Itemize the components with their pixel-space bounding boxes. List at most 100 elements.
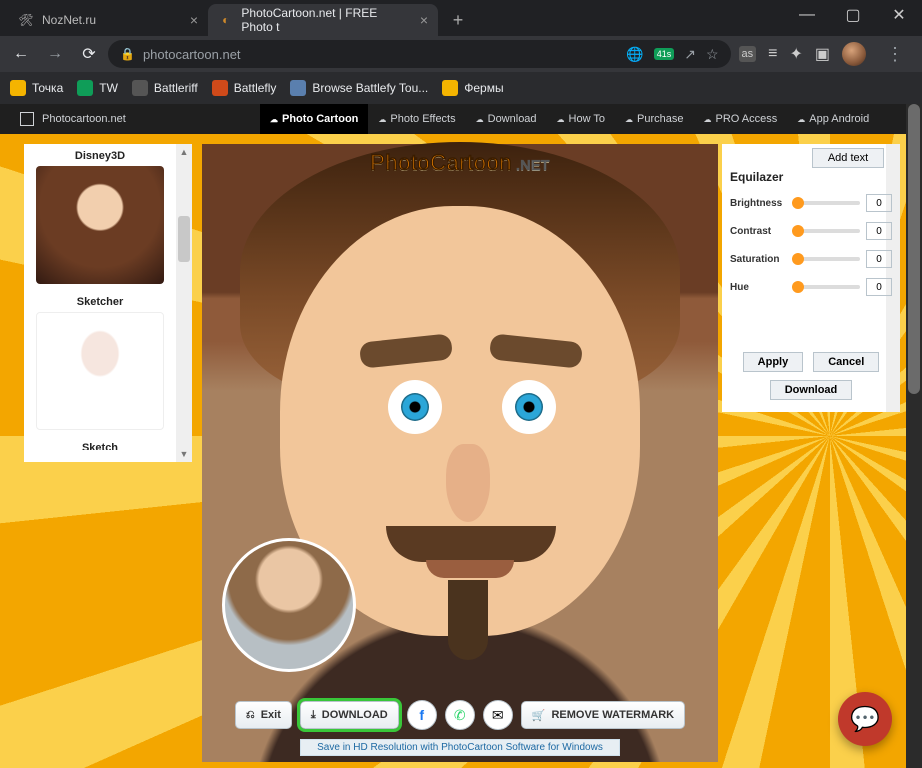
cloud-icon: ☁ — [270, 115, 278, 124]
scroll-thumb[interactable] — [178, 216, 190, 262]
close-icon[interactable]: × — [190, 12, 198, 28]
slider-value[interactable]: 0 — [866, 222, 892, 240]
email-share-button[interactable]: ✉ — [483, 700, 513, 730]
scroll-down-icon[interactable]: ▼ — [176, 446, 192, 462]
brand-text: Photocartoon.net — [42, 113, 126, 125]
bookmark-star-icon[interactable]: ☆ — [706, 46, 719, 63]
translate-icon[interactable]: 🌐 — [626, 46, 643, 63]
equalizer-download-row: Download — [722, 380, 900, 400]
sidepanel-icon[interactable]: ▣ — [815, 44, 830, 64]
chat-icon: 💬 — [850, 705, 880, 734]
logo-icon — [20, 112, 34, 126]
slider-value[interactable]: 0 — [866, 278, 892, 296]
slider-brightness[interactable]: Brightness 0 — [730, 194, 892, 212]
download-button[interactable]: ⤓ DOWNLOAD — [300, 701, 399, 729]
filter-card-sketch[interactable]: Sketch — [24, 436, 176, 450]
ext-icon[interactable]: ≡ — [768, 45, 777, 63]
grid-icon — [290, 80, 306, 96]
bookmark-item[interactable]: Фермы — [442, 80, 503, 96]
cartoon-eye — [502, 380, 556, 434]
window-controls: — ▢ ✕ — [784, 0, 922, 36]
nav-pro[interactable]: ☁PRO Access — [694, 104, 788, 134]
exit-button[interactable]: ⎌ Exit — [235, 701, 292, 729]
slider-value[interactable]: 0 — [866, 250, 892, 268]
slider-label: Brightness — [730, 198, 788, 209]
nav-label: Photo Effects — [390, 113, 455, 125]
bookmark-item[interactable]: Browse Battlefy Tou... — [290, 80, 428, 96]
slider-label: Contrast — [730, 226, 788, 237]
bookmark-label: TW — [99, 81, 118, 95]
slider-value[interactable]: 0 — [866, 194, 892, 212]
back-button[interactable]: ← — [6, 39, 36, 69]
tab-noznet[interactable]: 🛠 NozNet.ru × — [8, 4, 208, 36]
cartoon-nose — [446, 444, 490, 522]
original-photo-thumb[interactable] — [222, 538, 356, 672]
bookmark-item[interactable]: Battleriff — [132, 80, 198, 96]
nav-label: Purchase — [637, 113, 683, 125]
nav-download[interactable]: ☁Download — [466, 104, 547, 134]
bookmark-item[interactable]: Battlefly — [212, 80, 277, 96]
chat-fab[interactable]: 💬 — [838, 692, 892, 746]
bookmark-item[interactable]: TW — [77, 80, 118, 96]
lock-icon: 🔒 — [120, 47, 135, 61]
tab-photocartoon[interactable]: ◐ PhotoCartoon.net | FREE Photo t × — [208, 4, 438, 36]
page-scrollbar[interactable] — [906, 104, 922, 768]
site-favicon-icon: ◐ — [218, 12, 233, 28]
slider-contrast[interactable]: Contrast 0 — [730, 222, 892, 240]
extension-area: as ≡ ✦ ▣ ⋮ — [735, 42, 917, 66]
watermark-text: PhotoCartoon .NET — [370, 150, 550, 176]
filter-scrollbar[interactable]: ▲ ▼ — [176, 144, 192, 462]
new-tab-button[interactable]: + — [444, 6, 472, 34]
close-button[interactable]: ✕ — [876, 0, 922, 30]
scroll-up-icon[interactable]: ▲ — [176, 144, 192, 160]
slider-track[interactable] — [794, 229, 860, 233]
cloud-icon: ☁ — [797, 115, 805, 124]
extensions-icon[interactable]: ✦ — [789, 44, 802, 64]
facebook-share-button[interactable]: f — [407, 700, 437, 730]
minimize-button[interactable]: — — [784, 0, 830, 30]
hd-hint[interactable]: Save in HD Resolution with PhotoCartoon … — [300, 739, 620, 756]
slider-hue[interactable]: Hue 0 — [730, 278, 892, 296]
nav-howto[interactable]: ☁How To — [547, 104, 615, 134]
cancel-button[interactable]: Cancel — [813, 352, 879, 372]
slider-track[interactable] — [794, 201, 860, 205]
canvas-actions: ⎌ Exit ⤓ DOWNLOAD f ✆ ✉ 🛒 REMOVE WATERMA… — [202, 696, 718, 734]
slider-track[interactable] — [794, 285, 860, 289]
slider-track[interactable] — [794, 257, 860, 261]
maximize-button[interactable]: ▢ — [830, 0, 876, 30]
slider-saturation[interactable]: Saturation 0 — [730, 250, 892, 268]
bookmark-item[interactable]: Точка — [10, 80, 63, 96]
filter-card-sketcher[interactable]: Sketcher — [24, 290, 176, 436]
nav-photo-effects[interactable]: ☁Photo Effects — [368, 104, 465, 134]
exit-icon: ⎌ — [246, 709, 255, 722]
filter-title: Sketch — [24, 442, 176, 450]
close-icon[interactable]: × — [420, 12, 428, 28]
omnibox-actions: 🌐 41s ↗ ☆ — [626, 46, 718, 63]
timer-badge[interactable]: 41s — [654, 48, 675, 60]
slider-label: Saturation — [730, 254, 788, 265]
ext-icon[interactable]: as — [739, 46, 757, 62]
url-text: photocartoon.net — [143, 47, 241, 62]
scroll-thumb[interactable] — [908, 104, 920, 394]
remove-watermark-button[interactable]: 🛒 REMOVE WATERMARK — [521, 701, 685, 729]
cloud-icon: ☁ — [625, 115, 633, 124]
tab-title: PhotoCartoon.net | FREE Photo t — [241, 6, 411, 34]
profile-avatar[interactable] — [842, 42, 866, 66]
omnibox[interactable]: 🔒 photocartoon.net 🌐 41s ↗ ☆ — [108, 40, 731, 68]
filter-title: Disney3D — [24, 150, 176, 162]
kebab-menu-icon[interactable]: ⋮ — [878, 44, 912, 65]
nav-android[interactable]: ☁App Android — [787, 104, 879, 134]
forward-button[interactable]: → — [40, 39, 70, 69]
apply-button[interactable]: Apply — [743, 352, 804, 372]
button-label: REMOVE WATERMARK — [551, 709, 674, 721]
nav-photo-cartoon[interactable]: ☁Photo Cartoon — [260, 104, 368, 134]
download-button[interactable]: Download — [770, 380, 853, 400]
filter-card-disney3d[interactable]: Disney3D — [24, 144, 176, 290]
site-brand[interactable]: Photocartoon.net — [0, 112, 260, 126]
cartoon-goatee — [448, 580, 488, 660]
reload-button[interactable]: ⟳ — [74, 39, 104, 69]
share-icon[interactable]: ↗ — [684, 46, 696, 63]
whatsapp-share-button[interactable]: ✆ — [445, 700, 475, 730]
nav-purchase[interactable]: ☁ Purchase — [615, 104, 693, 134]
add-text-button[interactable]: Add text — [812, 148, 884, 168]
